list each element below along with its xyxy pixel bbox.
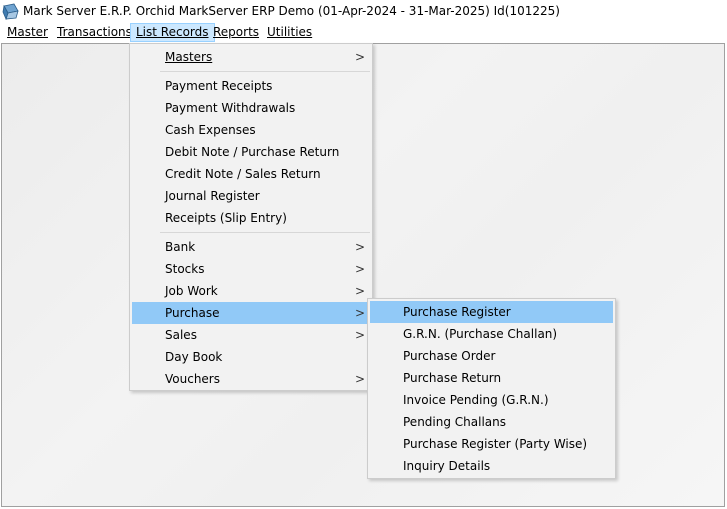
submenu-item-purchase-return[interactable]: Purchase Return	[370, 367, 613, 389]
submenu-item-purchase-register-party-wise[interactable]: Purchase Register (Party Wise)	[370, 433, 613, 455]
menu-list-records[interactable]: List Records	[130, 23, 215, 42]
menu-item-label: Day Book	[165, 350, 223, 364]
menu-master[interactable]: Master	[7, 23, 48, 42]
menu-item-label: Pending Challans	[403, 415, 507, 429]
menu-separator	[160, 232, 370, 233]
menu-item-label: Credit Note / Sales Return	[165, 167, 321, 181]
menu-master-label: Master	[7, 25, 48, 39]
menu-item-purchase[interactable]: Purchase >	[132, 302, 370, 324]
submenu-item-purchase-register[interactable]: Purchase Register	[370, 301, 613, 323]
menu-item-credit-note[interactable]: Credit Note / Sales Return	[132, 163, 370, 185]
submenu-item-pending-challans[interactable]: Pending Challans	[370, 411, 613, 433]
menu-item-label: Debit Note / Purchase Return	[165, 145, 340, 159]
menu-item-journal-register[interactable]: Journal Register	[132, 185, 370, 207]
submenu-item-invoice-pending[interactable]: Invoice Pending (G.R.N.)	[370, 389, 613, 411]
app-logo-icon	[2, 3, 19, 20]
menu-utilities-label: Utilities	[267, 25, 313, 39]
menu-item-payment-withdrawals[interactable]: Payment Withdrawals	[132, 97, 370, 119]
menu-item-masters[interactable]: Masters >	[132, 46, 370, 68]
menu-item-receipts-slip-entry[interactable]: Receipts (Slip Entry)	[132, 207, 370, 229]
chevron-right-icon: >	[355, 306, 366, 320]
menu-reports-label: Reports	[213, 25, 260, 39]
chevron-right-icon: >	[355, 372, 366, 386]
menu-item-label: Sales	[165, 328, 197, 342]
menu-list-records-label: List Records	[136, 25, 209, 39]
menu-item-label: Purchase Return	[403, 371, 502, 385]
window-title: Mark Server E.R.P. Orchid MarkServer ERP…	[23, 4, 560, 18]
menu-item-sales[interactable]: Sales >	[132, 324, 370, 346]
menu-item-cash-expenses[interactable]: Cash Expenses	[132, 119, 370, 141]
submenu-item-inquiry-details[interactable]: Inquiry Details	[370, 455, 613, 477]
menu-item-label: Job Work	[165, 284, 218, 298]
chevron-right-icon: >	[355, 240, 366, 254]
menu-item-payment-receipts[interactable]: Payment Receipts	[132, 75, 370, 97]
menu-item-vouchers[interactable]: Vouchers >	[132, 368, 370, 390]
menu-item-stocks[interactable]: Stocks >	[132, 258, 370, 280]
menu-item-label: Purchase Register (Party Wise)	[403, 437, 588, 451]
menu-item-label: Stocks	[165, 262, 205, 276]
menu-reports[interactable]: Reports	[213, 23, 259, 42]
chevron-right-icon: >	[355, 262, 366, 276]
menu-item-label: Purchase Register	[403, 305, 511, 319]
chevron-right-icon: >	[355, 50, 366, 64]
menu-item-label: Purchase	[165, 306, 220, 320]
menu-item-label: Invoice Pending (G.R.N.)	[403, 393, 549, 407]
menu-item-label: Payment Withdrawals	[165, 101, 296, 115]
menu-separator	[160, 71, 370, 72]
title-bar: Mark Server E.R.P. Orchid MarkServer ERP…	[0, 0, 727, 23]
menu-item-label: Inquiry Details	[403, 459, 491, 473]
menu-item-label: Cash Expenses	[165, 123, 256, 137]
menu-item-label: Bank	[165, 240, 196, 254]
menu-item-label: G.R.N. (Purchase Challan)	[403, 327, 558, 341]
menu-item-label: Receipts (Slip Entry)	[165, 211, 287, 225]
chevron-right-icon: >	[355, 284, 366, 298]
menu-transactions-label: Transactions	[57, 25, 132, 39]
menu-item-masters-label: Masters	[165, 50, 213, 64]
submenu-item-purchase-order[interactable]: Purchase Order	[370, 345, 613, 367]
menu-item-job-work[interactable]: Job Work >	[132, 280, 370, 302]
submenu-item-grn[interactable]: G.R.N. (Purchase Challan)	[370, 323, 613, 345]
menu-item-day-book[interactable]: Day Book	[132, 346, 370, 368]
menu-item-label: Vouchers	[165, 372, 220, 386]
chevron-right-icon: >	[355, 328, 366, 342]
menu-bar: Master Transactions List Records Reports…	[0, 23, 727, 43]
purchase-submenu: Purchase Register G.R.N. (Purchase Chall…	[367, 298, 616, 479]
list-records-dropdown: Masters > Payment Receipts Payment Withd…	[129, 43, 373, 391]
menu-item-label: Journal Register	[165, 189, 260, 203]
menu-item-label: Payment Receipts	[165, 79, 273, 93]
menu-item-label: Purchase Order	[403, 349, 496, 363]
menu-transactions[interactable]: Transactions	[57, 23, 132, 42]
menu-item-bank[interactable]: Bank >	[132, 236, 370, 258]
menu-utilities[interactable]: Utilities	[267, 23, 312, 42]
menu-item-debit-note[interactable]: Debit Note / Purchase Return	[132, 141, 370, 163]
